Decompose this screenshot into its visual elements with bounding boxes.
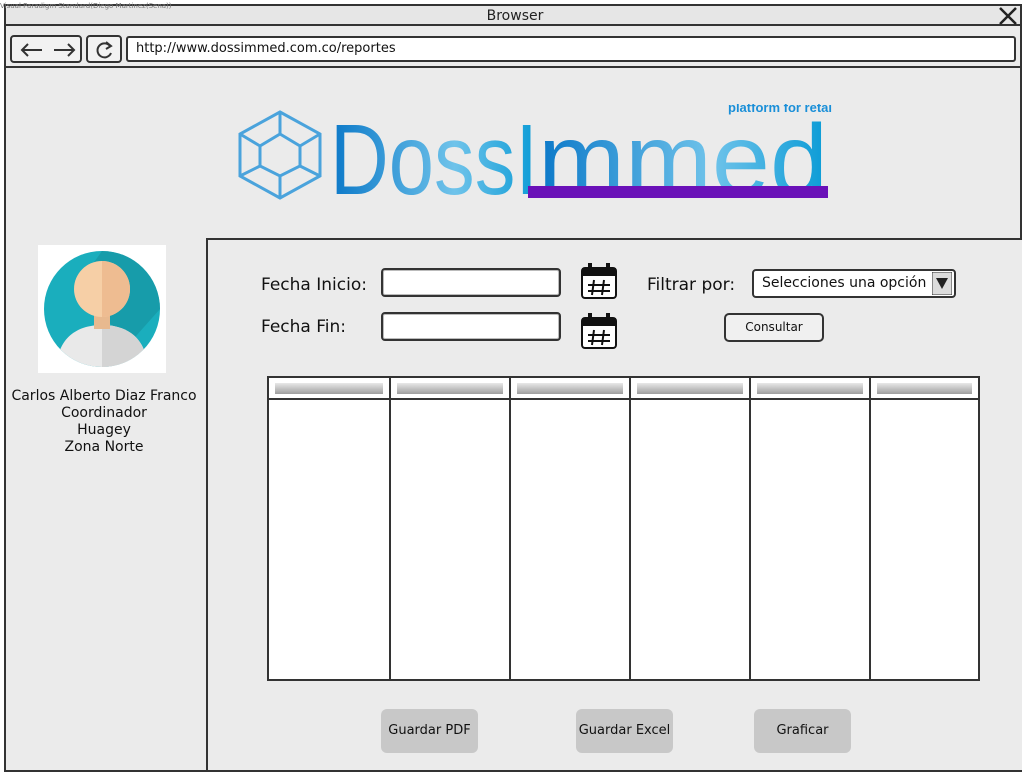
chart-button[interactable]: Graficar bbox=[754, 709, 851, 753]
start-date-label: Fecha Inicio: bbox=[261, 275, 367, 295]
table-column bbox=[871, 378, 978, 679]
start-calendar-icon[interactable] bbox=[580, 262, 618, 300]
column-header[interactable] bbox=[397, 383, 503, 394]
back-arrow-icon[interactable] bbox=[18, 41, 46, 59]
table-column bbox=[631, 378, 751, 679]
consult-button[interactable]: Consultar bbox=[724, 313, 824, 342]
save-pdf-button[interactable]: Guardar PDF bbox=[381, 709, 478, 753]
avatar bbox=[38, 245, 166, 373]
forward-arrow-icon[interactable] bbox=[50, 41, 78, 59]
end-date-label: Fecha Fin: bbox=[261, 317, 347, 337]
report-table bbox=[267, 376, 980, 681]
user-name: Carlos Alberto Diaz Franco bbox=[11, 388, 197, 404]
column-header[interactable] bbox=[275, 383, 383, 394]
user-zone: Zona Norte bbox=[64, 439, 144, 455]
end-date-input[interactable] bbox=[381, 312, 561, 341]
column-header[interactable] bbox=[637, 383, 743, 394]
start-date-input[interactable] bbox=[381, 268, 561, 297]
chevron-down-icon[interactable] bbox=[932, 272, 952, 295]
column-header[interactable] bbox=[757, 383, 863, 394]
close-icon[interactable] bbox=[996, 4, 1020, 28]
column-header[interactable] bbox=[517, 383, 623, 394]
table-column bbox=[751, 378, 871, 679]
user-role: Coordinador bbox=[61, 405, 147, 421]
reload-icon bbox=[96, 41, 113, 59]
user-company: Huagey bbox=[77, 422, 131, 438]
user-info: Carlos Alberto Diaz Franco Coordinador H… bbox=[6, 388, 202, 456]
end-calendar-icon[interactable] bbox=[580, 312, 618, 350]
back-forward-buttons bbox=[10, 35, 82, 63]
cube-icon bbox=[238, 110, 322, 200]
table-column bbox=[391, 378, 511, 679]
logo-purple-underline bbox=[528, 186, 828, 198]
column-header[interactable] bbox=[877, 383, 972, 394]
logo-text-1: DossI bbox=[330, 104, 538, 204]
user-avatar-icon bbox=[44, 251, 160, 367]
table-header-divider bbox=[269, 398, 978, 400]
address-bar[interactable]: http://www.dossimmed.com.co/reportes bbox=[126, 36, 1016, 62]
table-column bbox=[511, 378, 631, 679]
filter-select[interactable]: Selecciones una opción bbox=[752, 269, 956, 298]
reload-button[interactable] bbox=[86, 35, 122, 63]
table-column bbox=[269, 378, 391, 679]
save-excel-button[interactable]: Guardar Excel bbox=[576, 709, 673, 753]
window-title: Browser bbox=[486, 8, 544, 24]
dossimmed-logo: DossI mmed platform for retail bbox=[238, 104, 832, 204]
logo-tagline: platform for retail bbox=[728, 104, 832, 115]
filter-label: Filtrar por: bbox=[647, 275, 736, 295]
